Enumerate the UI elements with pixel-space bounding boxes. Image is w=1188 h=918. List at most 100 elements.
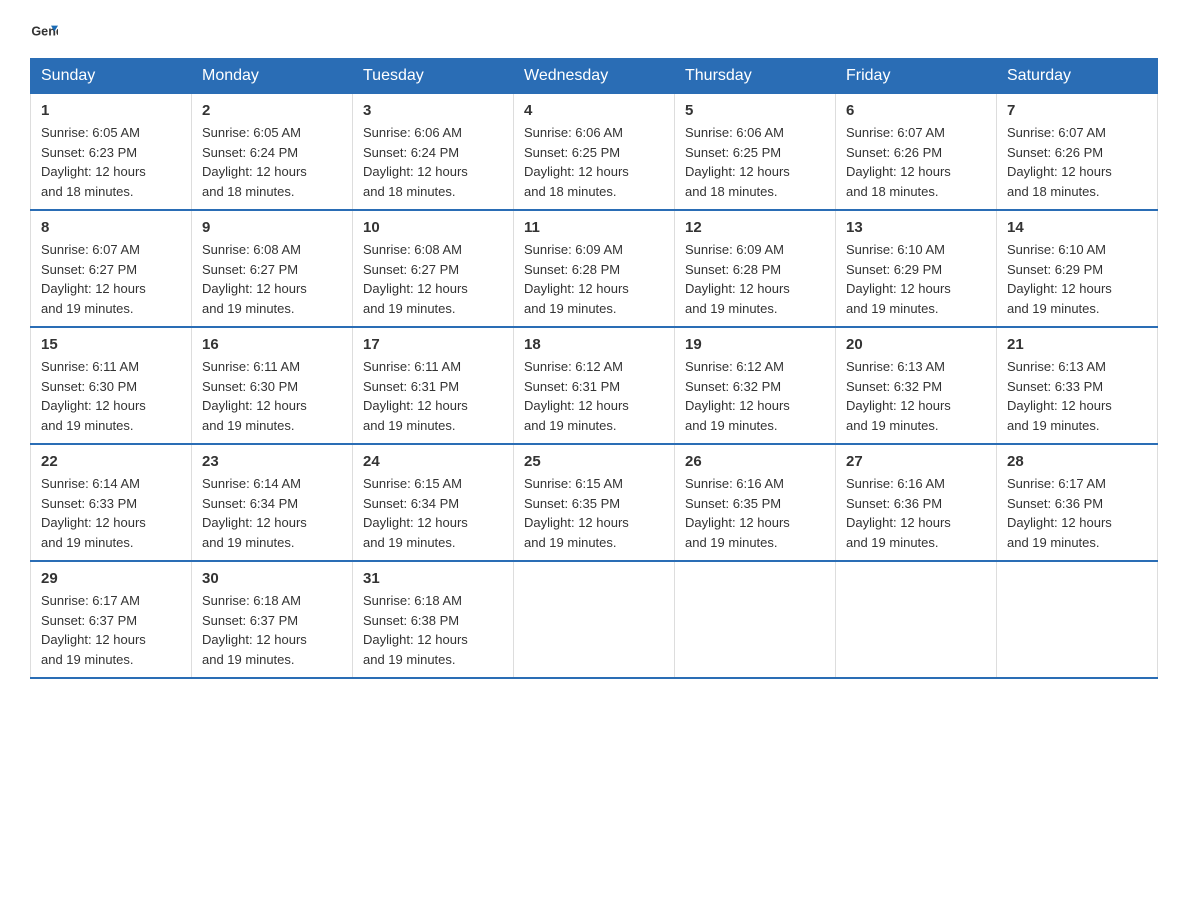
calendar-cell: 1 Sunrise: 6:05 AM Sunset: 6:23 PM Dayli… [31,94,192,211]
weekday-header-tuesday: Tuesday [353,59,514,94]
day-info: Sunrise: 6:08 AM Sunset: 6:27 PM Dayligh… [202,240,342,318]
day-info: Sunrise: 6:18 AM Sunset: 6:38 PM Dayligh… [363,591,503,669]
calendar-cell: 22 Sunrise: 6:14 AM Sunset: 6:33 PM Dayl… [31,444,192,561]
day-info: Sunrise: 6:15 AM Sunset: 6:35 PM Dayligh… [524,474,664,552]
calendar-cell: 20 Sunrise: 6:13 AM Sunset: 6:32 PM Dayl… [836,327,997,444]
day-info: Sunrise: 6:12 AM Sunset: 6:31 PM Dayligh… [524,357,664,435]
calendar-cell: 31 Sunrise: 6:18 AM Sunset: 6:38 PM Dayl… [353,561,514,678]
weekday-header-sunday: Sunday [31,59,192,94]
calendar-cell: 8 Sunrise: 6:07 AM Sunset: 6:27 PM Dayli… [31,210,192,327]
day-number: 8 [41,219,181,236]
calendar-cell [997,561,1158,678]
day-number: 15 [41,336,181,353]
day-number: 16 [202,336,342,353]
weekday-header-friday: Friday [836,59,997,94]
day-number: 25 [524,453,664,470]
day-info: Sunrise: 6:06 AM Sunset: 6:24 PM Dayligh… [363,123,503,201]
calendar-cell: 4 Sunrise: 6:06 AM Sunset: 6:25 PM Dayli… [514,94,675,211]
day-number: 3 [363,102,503,119]
weekday-header-wednesday: Wednesday [514,59,675,94]
calendar-cell: 26 Sunrise: 6:16 AM Sunset: 6:35 PM Dayl… [675,444,836,561]
week-row-4: 22 Sunrise: 6:14 AM Sunset: 6:33 PM Dayl… [31,444,1158,561]
day-info: Sunrise: 6:07 AM Sunset: 6:26 PM Dayligh… [846,123,986,201]
day-info: Sunrise: 6:08 AM Sunset: 6:27 PM Dayligh… [363,240,503,318]
day-info: Sunrise: 6:14 AM Sunset: 6:33 PM Dayligh… [41,474,181,552]
calendar-cell [675,561,836,678]
calendar-cell: 29 Sunrise: 6:17 AM Sunset: 6:37 PM Dayl… [31,561,192,678]
calendar-cell: 24 Sunrise: 6:15 AM Sunset: 6:34 PM Dayl… [353,444,514,561]
calendar-cell: 21 Sunrise: 6:13 AM Sunset: 6:33 PM Dayl… [997,327,1158,444]
day-number: 24 [363,453,503,470]
day-number: 17 [363,336,503,353]
day-info: Sunrise: 6:05 AM Sunset: 6:24 PM Dayligh… [202,123,342,201]
day-info: Sunrise: 6:11 AM Sunset: 6:31 PM Dayligh… [363,357,503,435]
day-info: Sunrise: 6:13 AM Sunset: 6:32 PM Dayligh… [846,357,986,435]
day-info: Sunrise: 6:14 AM Sunset: 6:34 PM Dayligh… [202,474,342,552]
logo-icon: General [30,20,58,48]
day-info: Sunrise: 6:07 AM Sunset: 6:26 PM Dayligh… [1007,123,1147,201]
calendar-cell [836,561,997,678]
calendar-cell: 28 Sunrise: 6:17 AM Sunset: 6:36 PM Dayl… [997,444,1158,561]
calendar-cell: 14 Sunrise: 6:10 AM Sunset: 6:29 PM Dayl… [997,210,1158,327]
day-info: Sunrise: 6:16 AM Sunset: 6:35 PM Dayligh… [685,474,825,552]
calendar-cell: 27 Sunrise: 6:16 AM Sunset: 6:36 PM Dayl… [836,444,997,561]
day-number: 19 [685,336,825,353]
day-number: 6 [846,102,986,119]
day-number: 27 [846,453,986,470]
day-number: 29 [41,570,181,587]
day-number: 10 [363,219,503,236]
day-info: Sunrise: 6:06 AM Sunset: 6:25 PM Dayligh… [524,123,664,201]
day-info: Sunrise: 6:17 AM Sunset: 6:37 PM Dayligh… [41,591,181,669]
day-number: 2 [202,102,342,119]
calendar-cell: 6 Sunrise: 6:07 AM Sunset: 6:26 PM Dayli… [836,94,997,211]
day-info: Sunrise: 6:10 AM Sunset: 6:29 PM Dayligh… [1007,240,1147,318]
day-info: Sunrise: 6:15 AM Sunset: 6:34 PM Dayligh… [363,474,503,552]
day-info: Sunrise: 6:05 AM Sunset: 6:23 PM Dayligh… [41,123,181,201]
day-number: 22 [41,453,181,470]
calendar-cell: 17 Sunrise: 6:11 AM Sunset: 6:31 PM Dayl… [353,327,514,444]
calendar-cell: 30 Sunrise: 6:18 AM Sunset: 6:37 PM Dayl… [192,561,353,678]
day-number: 9 [202,219,342,236]
day-info: Sunrise: 6:10 AM Sunset: 6:29 PM Dayligh… [846,240,986,318]
day-number: 18 [524,336,664,353]
day-info: Sunrise: 6:09 AM Sunset: 6:28 PM Dayligh… [524,240,664,318]
day-info: Sunrise: 6:07 AM Sunset: 6:27 PM Dayligh… [41,240,181,318]
calendar-cell: 10 Sunrise: 6:08 AM Sunset: 6:27 PM Dayl… [353,210,514,327]
day-info: Sunrise: 6:06 AM Sunset: 6:25 PM Dayligh… [685,123,825,201]
day-number: 26 [685,453,825,470]
calendar-cell: 13 Sunrise: 6:10 AM Sunset: 6:29 PM Dayl… [836,210,997,327]
day-info: Sunrise: 6:09 AM Sunset: 6:28 PM Dayligh… [685,240,825,318]
day-number: 4 [524,102,664,119]
calendar-cell: 7 Sunrise: 6:07 AM Sunset: 6:26 PM Dayli… [997,94,1158,211]
logo: General [30,20,62,48]
day-number: 11 [524,219,664,236]
calendar-cell: 23 Sunrise: 6:14 AM Sunset: 6:34 PM Dayl… [192,444,353,561]
calendar-cell [514,561,675,678]
calendar-cell: 9 Sunrise: 6:08 AM Sunset: 6:27 PM Dayli… [192,210,353,327]
day-info: Sunrise: 6:12 AM Sunset: 6:32 PM Dayligh… [685,357,825,435]
calendar-cell: 15 Sunrise: 6:11 AM Sunset: 6:30 PM Dayl… [31,327,192,444]
day-number: 31 [363,570,503,587]
day-number: 12 [685,219,825,236]
calendar-cell: 16 Sunrise: 6:11 AM Sunset: 6:30 PM Dayl… [192,327,353,444]
day-number: 20 [846,336,986,353]
day-info: Sunrise: 6:16 AM Sunset: 6:36 PM Dayligh… [846,474,986,552]
weekday-header-monday: Monday [192,59,353,94]
page-header: General [30,20,1158,48]
day-info: Sunrise: 6:11 AM Sunset: 6:30 PM Dayligh… [202,357,342,435]
weekday-header-row: SundayMondayTuesdayWednesdayThursdayFrid… [31,59,1158,94]
week-row-1: 1 Sunrise: 6:05 AM Sunset: 6:23 PM Dayli… [31,94,1158,211]
calendar-cell: 18 Sunrise: 6:12 AM Sunset: 6:31 PM Dayl… [514,327,675,444]
weekday-header-thursday: Thursday [675,59,836,94]
calendar-cell: 3 Sunrise: 6:06 AM Sunset: 6:24 PM Dayli… [353,94,514,211]
day-info: Sunrise: 6:13 AM Sunset: 6:33 PM Dayligh… [1007,357,1147,435]
day-number: 5 [685,102,825,119]
calendar-cell: 12 Sunrise: 6:09 AM Sunset: 6:28 PM Dayl… [675,210,836,327]
calendar-cell: 5 Sunrise: 6:06 AM Sunset: 6:25 PM Dayli… [675,94,836,211]
day-number: 1 [41,102,181,119]
day-info: Sunrise: 6:18 AM Sunset: 6:37 PM Dayligh… [202,591,342,669]
calendar-cell: 2 Sunrise: 6:05 AM Sunset: 6:24 PM Dayli… [192,94,353,211]
calendar-cell: 11 Sunrise: 6:09 AM Sunset: 6:28 PM Dayl… [514,210,675,327]
day-number: 13 [846,219,986,236]
day-number: 14 [1007,219,1147,236]
